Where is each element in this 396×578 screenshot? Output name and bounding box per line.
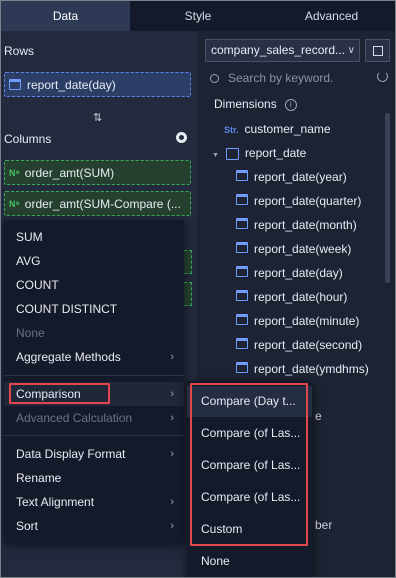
- dimension-label: report_date(month): [254, 218, 357, 232]
- menu-item-sort[interactable]: Sort ›: [4, 514, 184, 538]
- panel-tabs: Data Style Advanced: [1, 1, 395, 31]
- rows-field-report-date[interactable]: report_date(day): [4, 72, 191, 97]
- columns-field-order-amt-compare[interactable]: N⁹ order_amt(SUM-Compare (...: [4, 191, 191, 216]
- dimension-item-report-date-hour[interactable]: report_date(hour): [236, 290, 347, 304]
- chevron-down-icon: ∨: [347, 45, 355, 56]
- menu-item-label: Advanced Calculation: [16, 411, 133, 425]
- dimension-item-report-date-day[interactable]: report_date(day): [236, 266, 343, 280]
- rows-title: Rows: [4, 44, 35, 58]
- menu-item-rename[interactable]: Rename: [4, 466, 184, 490]
- dimension-item-report-date-ymdhms[interactable]: report_date(ymdhms): [236, 362, 369, 376]
- string-type-icon: Str.: [224, 125, 239, 135]
- calendar-icon: [236, 314, 248, 325]
- calendar-icon: [9, 79, 21, 90]
- menu-item-label: Sort: [16, 519, 39, 533]
- dimension-label: report_date(minute): [254, 314, 360, 328]
- number-icon: N⁹: [9, 198, 20, 209]
- calendar-icon: [236, 266, 248, 277]
- info-icon[interactable]: i: [284, 98, 297, 111]
- rows-field-label: report_date(day): [27, 77, 116, 92]
- tab-advanced[interactable]: Advanced: [266, 1, 395, 31]
- search-bar[interactable]: Search by keyword.: [205, 67, 390, 89]
- chevron-right-icon: ›: [170, 448, 174, 460]
- calendar-icon: [236, 290, 248, 301]
- columns-field-order-amt-sum[interactable]: N⁹ order_amt(SUM): [4, 160, 191, 185]
- dataset-select[interactable]: company_sales_record... ∨: [205, 39, 360, 62]
- chevron-right-icon: ›: [170, 496, 174, 508]
- hierarchy-icon: [225, 147, 239, 160]
- menu-item-label: Aggregate Methods: [16, 350, 121, 364]
- dimension-item-report-date-quarter[interactable]: report_date(quarter): [236, 194, 361, 208]
- calendar-icon: [236, 362, 248, 373]
- scrollbar[interactable]: [385, 113, 390, 283]
- comparison-highlight-box: [9, 383, 110, 404]
- dimensions-title-label: Dimensions: [214, 97, 277, 111]
- columns-title: Columns: [4, 132, 52, 146]
- menu-divider: [4, 435, 184, 436]
- menu-item-avg[interactable]: AVG: [4, 249, 184, 273]
- submenu-item-none[interactable]: None: [187, 546, 312, 577]
- dimension-item-report-date-week[interactable]: report_date(week): [236, 242, 351, 256]
- dimension-label: customer_name: [244, 122, 331, 136]
- menu-item-label: Data Display Format: [16, 447, 126, 461]
- dimensions-title: Dimensions i: [214, 97, 297, 111]
- menu-item-text-alignment[interactable]: Text Alignment ›: [4, 490, 184, 514]
- calendar-icon: [236, 218, 248, 229]
- partially-hidden-field: [184, 282, 192, 306]
- search-icon: [210, 73, 219, 83]
- dimension-label: report_date(week): [254, 242, 352, 256]
- dimension-label: report_date(ymdhms): [254, 362, 369, 376]
- window-frame: Data Style Advanced Rows report_date(day…: [0, 0, 396, 578]
- calendar-icon: [236, 242, 248, 253]
- menu-item-sum[interactable]: SUM: [4, 225, 184, 249]
- columns-field-label: order_amt(SUM): [24, 165, 115, 180]
- menu-item-advanced-calculation: Advanced Calculation ›: [4, 406, 184, 430]
- chevron-right-icon: ›: [170, 412, 174, 424]
- expand-caret-icon[interactable]: ▼: [212, 152, 219, 159]
- menu-item-label: Text Alignment: [16, 495, 95, 509]
- menu-divider: [4, 375, 184, 376]
- dimension-item-customer-name[interactable]: Str. customer_name: [224, 122, 331, 136]
- swap-icon[interactable]: ⇅: [93, 111, 102, 124]
- edit-icon: [372, 45, 383, 56]
- calendar-icon: [236, 194, 248, 205]
- columns-field-label: order_amt(SUM-Compare (...: [24, 196, 181, 211]
- dimension-item-report-date-second[interactable]: report_date(second): [236, 338, 362, 352]
- chevron-right-icon: ›: [170, 388, 174, 400]
- dimension-item-report-date-year[interactable]: report_date(year): [236, 170, 347, 184]
- menu-item-none: None: [16, 326, 45, 340]
- menu-item-count[interactable]: COUNT: [4, 273, 184, 297]
- chevron-right-icon: ›: [170, 351, 174, 363]
- dimension-label: report_date(hour): [254, 290, 348, 304]
- field-context-menu: SUM AVG COUNT COUNT DISTINCT None Aggreg…: [4, 220, 184, 543]
- dimension-item-report-date[interactable]: ▼ report_date: [212, 146, 306, 160]
- calendar-icon: [236, 170, 248, 181]
- edit-dataset-button[interactable]: [365, 39, 390, 62]
- menu-item-data-display-format[interactable]: Data Display Format ›: [4, 442, 184, 466]
- partially-hidden-field: [184, 250, 192, 274]
- menu-item-aggregate-methods[interactable]: Aggregate Methods ›: [4, 345, 184, 369]
- number-icon: N⁹: [9, 167, 20, 178]
- dimension-label: report_date(quarter): [254, 194, 362, 208]
- menu-item-count-distinct[interactable]: COUNT DISTINCT: [4, 297, 184, 321]
- dimension-label: report_date(second): [254, 338, 363, 352]
- calendar-icon: [236, 338, 248, 349]
- partially-hidden-label: e: [315, 409, 322, 423]
- gear-icon[interactable]: [176, 132, 187, 143]
- dimension-item-report-date-minute[interactable]: report_date(minute): [236, 314, 359, 328]
- dimension-label: report_date: [244, 146, 307, 160]
- tab-style[interactable]: Style: [130, 1, 266, 31]
- partially-hidden-label: ber: [315, 518, 333, 532]
- search-input[interactable]: Search by keyword.: [228, 71, 333, 85]
- dataset-select-value: company_sales_record...: [211, 43, 346, 57]
- chevron-right-icon: ›: [170, 520, 174, 532]
- submenu-highlight-box: [190, 383, 308, 546]
- refresh-icon[interactable]: [377, 71, 388, 82]
- dimension-label: report_date(year): [254, 170, 347, 184]
- dimension-item-report-date-month[interactable]: report_date(month): [236, 218, 357, 232]
- dimension-label: report_date(day): [254, 266, 343, 280]
- tab-data[interactable]: Data: [1, 1, 130, 31]
